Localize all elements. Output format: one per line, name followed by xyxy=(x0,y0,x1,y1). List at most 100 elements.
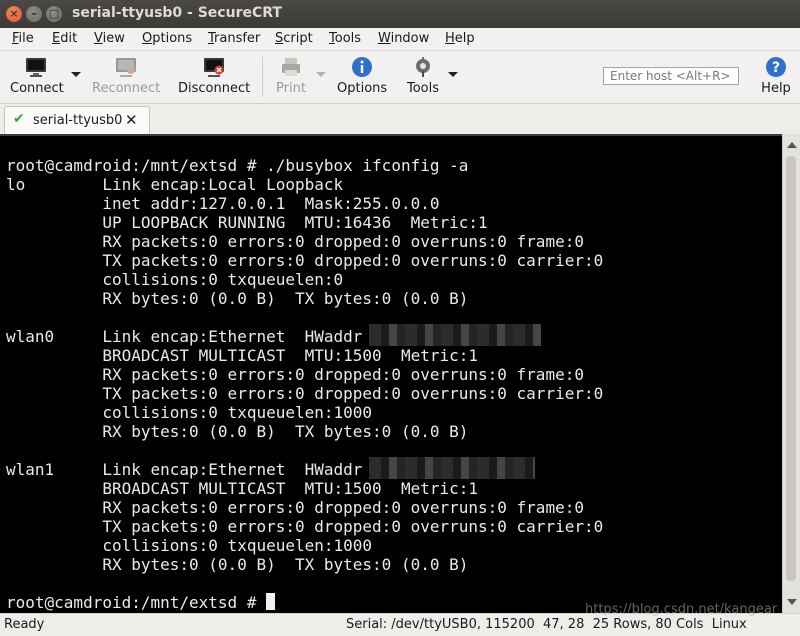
terminal-line-text: UP LOOPBACK RUNNING MTU:16436 Metric:1 xyxy=(6,213,488,232)
help-button[interactable]: ? Help xyxy=(758,55,794,96)
menu-help[interactable]: Help xyxy=(445,31,475,46)
status-session-info: Serial: /dev/ttyUSB0, 115200 47, 28 25 R… xyxy=(346,617,747,632)
terminal-line-text: TX packets:0 errors:0 dropped:0 overruns… xyxy=(6,384,604,403)
menu-tools[interactable]: Tools xyxy=(329,31,361,46)
connect-label: Connect xyxy=(10,81,64,96)
terminal-line-text: RX bytes:0 (0.0 B) TX bytes:0 (0.0 B) xyxy=(6,555,469,574)
terminal-line-text: TX packets:0 errors:0 dropped:0 overruns… xyxy=(6,517,604,536)
terminal-line: inet addr:127.0.0.1 Mask:255.0.0.0 xyxy=(6,194,603,213)
terminal-line-text: BROADCAST MULTICAST MTU:1500 Metric:1 xyxy=(6,479,479,498)
close-tab-icon[interactable]: ✕ xyxy=(125,111,138,129)
menu-bar: File Edit View Options Transfer Script T… xyxy=(0,28,800,51)
terminal-line-text: RX packets:0 errors:0 dropped:0 overruns… xyxy=(6,232,584,251)
print-label: Print xyxy=(276,81,306,96)
menu-script[interactable]: Script xyxy=(275,31,313,46)
terminal-line-text: collisions:0 txqueuelen:1000 xyxy=(6,403,373,422)
terminal-line-text: root@camdroid:/mnt/extsd # xyxy=(6,593,267,612)
terminal-line-text: wlan0 Link encap:Ethernet HWaddr xyxy=(6,327,363,346)
print-button[interactable]: Print xyxy=(272,55,310,96)
disconnect-label: Disconnect xyxy=(178,81,251,96)
terminal-line: TX packets:0 errors:0 dropped:0 overruns… xyxy=(6,384,603,403)
reconnect-button[interactable]: Reconnect xyxy=(92,55,160,96)
session-tab-strip: ✔ serial-ttyusb0 ✕ xyxy=(0,104,800,134)
terminal-line: TX packets:0 errors:0 dropped:0 overruns… xyxy=(6,517,603,536)
terminal-line: collisions:0 txqueuelen:1000 xyxy=(6,403,603,422)
scroll-up-arrow-icon[interactable] xyxy=(787,142,797,148)
window-title: serial-ttyusb0 - SecureCRT xyxy=(72,5,282,21)
terminal-line-text: inet addr:127.0.0.1 Mask:255.0.0.0 xyxy=(6,194,440,213)
maximize-window-button[interactable]: □ xyxy=(46,6,62,22)
terminal-line-text: RX bytes:0 (0.0 B) TX bytes:0 (0.0 B) xyxy=(6,289,469,308)
toolbar-separator xyxy=(262,57,263,97)
connect-button[interactable]: Connect xyxy=(10,55,64,96)
terminal-line-text: RX packets:0 errors:0 dropped:0 overruns… xyxy=(6,365,584,384)
menu-file[interactable]: File xyxy=(12,31,34,46)
terminal-line: RX packets:0 errors:0 dropped:0 overruns… xyxy=(6,498,603,517)
terminal-line: RX packets:0 errors:0 dropped:0 overruns… xyxy=(6,232,603,251)
redacted-hwaddr-wlan1 xyxy=(369,457,535,479)
terminal-line-text: BROADCAST MULTICAST MTU:1500 Metric:1 xyxy=(6,346,479,365)
scrollbar-thumb[interactable] xyxy=(786,156,796,581)
help-icon: ? xyxy=(766,57,786,77)
terminal-cursor xyxy=(266,593,276,610)
printer-icon xyxy=(282,58,300,76)
svg-text:?: ? xyxy=(772,60,780,76)
reconnect-monitor-icon xyxy=(116,58,136,77)
terminal-line: RX packets:0 errors:0 dropped:0 overruns… xyxy=(6,365,603,384)
terminal-line-text: root@camdroid:/mnt/extsd # ./busybox ifc… xyxy=(6,156,469,175)
terminal-line-text: lo Link encap:Local Loopback xyxy=(6,175,344,194)
terminal-line-text: RX packets:0 errors:0 dropped:0 overruns… xyxy=(6,498,584,517)
title-bar: × – □ serial-ttyusb0 - SecureCRT xyxy=(0,0,800,28)
options-button[interactable]: Options xyxy=(337,55,387,96)
terminal-line: root@camdroid:/mnt/extsd # xyxy=(6,593,603,612)
enter-host-input[interactable]: Enter host <Alt+R> xyxy=(603,67,739,85)
securecrt-window: × – □ serial-ttyusb0 - SecureCRT File Ed… xyxy=(0,0,800,636)
terminal-view[interactable]: root@camdroid:/mnt/extsd # ./busybox ifc… xyxy=(0,134,782,613)
monitor-icon xyxy=(26,58,46,77)
menu-transfer[interactable]: Transfer xyxy=(208,31,260,46)
menu-options[interactable]: Options xyxy=(142,31,192,46)
menu-view[interactable]: View xyxy=(94,31,125,46)
terminal-line: root@camdroid:/mnt/extsd # ./busybox ifc… xyxy=(6,156,603,175)
terminal-line: lo Link encap:Local Loopback xyxy=(6,175,603,194)
terminal-line: collisions:0 txqueuelen:1000 xyxy=(6,536,603,555)
terminal-line: TX packets:0 errors:0 dropped:0 overruns… xyxy=(6,251,603,270)
terminal-scrollbar[interactable] xyxy=(782,134,800,613)
terminal-line-text: wlan1 Link encap:Ethernet HWaddr xyxy=(6,460,363,479)
watermark-text: https://blog.csdn.net/kangear xyxy=(585,602,778,617)
help-label: Help xyxy=(761,81,791,96)
terminal-line: RX bytes:0 (0.0 B) TX bytes:0 (0.0 B) xyxy=(6,422,603,441)
connect-dropdown-arrow-icon[interactable] xyxy=(71,72,81,77)
terminal-line: collisions:0 txqueuelen:0 xyxy=(6,270,603,289)
terminal-line-text: RX bytes:0 (0.0 B) TX bytes:0 (0.0 B) xyxy=(6,422,469,441)
terminal-output: root@camdroid:/mnt/extsd # ./busybox ifc… xyxy=(6,156,603,612)
tools-label: Tools xyxy=(406,81,440,96)
disconnect-button[interactable]: Disconnect xyxy=(178,55,250,96)
tools-button[interactable]: Tools xyxy=(403,55,443,96)
terminal-line: RX bytes:0 (0.0 B) TX bytes:0 (0.0 B) xyxy=(6,555,603,574)
terminal-line-text: collisions:0 txqueuelen:0 xyxy=(6,270,344,289)
terminal-line-text: TX packets:0 errors:0 dropped:0 overruns… xyxy=(6,251,604,270)
info-icon xyxy=(352,57,372,77)
tools-dropdown-arrow-icon[interactable] xyxy=(448,72,458,77)
terminal-line: RX bytes:0 (0.0 B) TX bytes:0 (0.0 B) xyxy=(6,289,603,308)
reconnect-label: Reconnect xyxy=(92,81,161,96)
minimize-window-button[interactable]: – xyxy=(26,6,42,22)
redacted-hwaddr-wlan0 xyxy=(369,324,541,346)
disconnect-monitor-icon xyxy=(204,58,224,77)
terminal-line: BROADCAST MULTICAST MTU:1500 Metric:1 xyxy=(6,346,603,365)
terminal-line-text: collisions:0 txqueuelen:1000 xyxy=(6,536,373,555)
tab-serial-ttyusb0[interactable]: ✔ serial-ttyusb0 ✕ xyxy=(4,106,150,134)
menu-window[interactable]: Window xyxy=(378,31,429,46)
print-dropdown-arrow-icon[interactable] xyxy=(316,72,326,77)
terminal-line: BROADCAST MULTICAST MTU:1500 Metric:1 xyxy=(6,479,603,498)
scroll-down-arrow-icon[interactable] xyxy=(787,599,797,605)
options-label: Options xyxy=(337,81,388,96)
menu-edit[interactable]: Edit xyxy=(52,31,77,46)
tab-label: serial-ttyusb0 xyxy=(33,113,123,128)
gear-icon xyxy=(416,57,430,77)
status-ready-text: Ready xyxy=(4,617,45,632)
close-window-button[interactable]: × xyxy=(6,6,22,22)
connected-check-icon: ✔ xyxy=(13,111,25,127)
